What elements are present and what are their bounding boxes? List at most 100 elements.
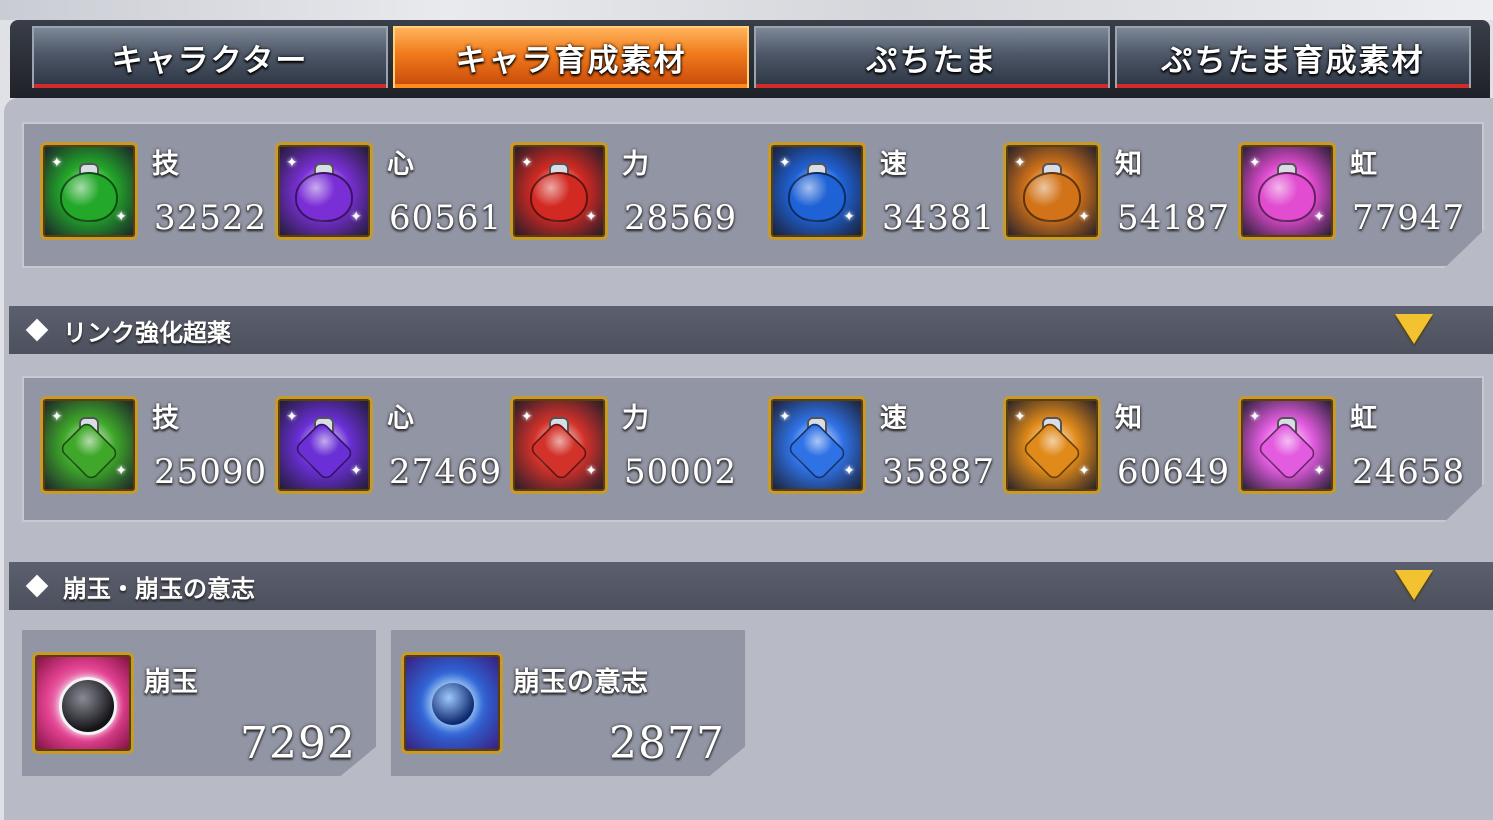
blue-potion-icon: ✦ ✦: [768, 142, 866, 240]
sparkle-icon: ✦: [843, 463, 855, 479]
orb-shape: [59, 677, 117, 735]
red-link-potion-icon: ✦ ✦: [510, 396, 608, 494]
link-potion-row: ✦ ✦ 技 25090 ✦ ✦ 心 27469 ✦ ✦ 力 50002 ✦ ✦ 速 35887 ✦ ✦ 知 60649…: [22, 376, 1484, 522]
item-count: 60561: [389, 198, 503, 238]
material-item[interactable]: ✦ ✦ 虹 24658: [1220, 376, 1464, 494]
hogyoku-card[interactable]: 崩玉 7292: [22, 630, 376, 776]
tab-bar: キャラクター キャラ育成素材 ぷちたま ぷちたま育成素材: [10, 20, 1490, 98]
material-item[interactable]: ✦ ✦ 知 60649: [985, 376, 1229, 494]
blue-link-potion-icon: ✦ ✦: [768, 396, 866, 494]
purple-link-potion-icon: ✦ ✦: [275, 396, 373, 494]
rainbow-link-potion-icon: ✦ ✦: [1238, 396, 1336, 494]
bottle-body: [786, 419, 848, 482]
rainbow-potion-icon: ✦ ✦: [1238, 142, 1336, 240]
sparkle-icon: ✦: [115, 209, 127, 225]
section-title: 崩玉・崩玉の意志: [63, 574, 255, 603]
item-count: 54187: [1117, 198, 1231, 238]
sparkle-icon: ✦: [350, 209, 362, 225]
item-label: 速: [880, 403, 907, 434]
bottle-body: [58, 419, 120, 482]
top-background-strip: [0, 0, 1493, 20]
item-count: 28569: [624, 198, 738, 238]
bottle-body: [293, 419, 355, 482]
item-label: 虹: [1350, 149, 1377, 180]
item-label: 崩玉の意志: [513, 667, 648, 698]
sparkle-icon: ✦: [1014, 155, 1026, 171]
bottle-body: [530, 171, 588, 222]
item-count: 34381: [882, 198, 996, 238]
item-label: 速: [880, 149, 907, 180]
bottle-body: [1258, 171, 1316, 222]
item-label: 虹: [1350, 403, 1377, 434]
sparkle-icon: ✦: [843, 209, 855, 225]
material-item[interactable]: ✦ ✦ 知 54187: [985, 122, 1229, 240]
material-item[interactable]: ✦ ✦ 技 32522: [22, 122, 266, 240]
bottle-body: [528, 419, 590, 482]
diamond-bullet-icon: [25, 318, 49, 342]
tab-character-label: キャラクター: [111, 42, 309, 79]
sparkle-icon: ✦: [1078, 209, 1090, 225]
sparkle-icon: ✦: [115, 463, 127, 479]
sparkle-icon: ✦: [1313, 209, 1325, 225]
collapse-arrow-icon[interactable]: [1395, 570, 1433, 600]
sparkle-icon: ✦: [1249, 155, 1261, 171]
tab-character-materials[interactable]: キャラ育成素材: [393, 26, 749, 88]
item-count: 24658: [1352, 452, 1466, 492]
item-count: 60649: [1117, 452, 1231, 492]
sparkle-icon: ✦: [286, 409, 298, 425]
item-label: 知: [1115, 403, 1142, 434]
item-label: 技: [152, 149, 179, 180]
material-item[interactable]: ✦ ✦ 速 34381: [750, 122, 994, 240]
item-count: 27469: [389, 452, 503, 492]
material-item[interactable]: ✦ ✦ 力 28569: [492, 122, 736, 240]
item-label: 力: [622, 149, 649, 180]
item-label: 心: [387, 403, 414, 434]
green-potion-icon: ✦ ✦: [40, 142, 138, 240]
sparkle-icon: ✦: [1014, 409, 1026, 425]
sparkle-icon: ✦: [1078, 463, 1090, 479]
sparkle-icon: ✦: [51, 409, 63, 425]
item-label: 崩玉: [144, 667, 198, 698]
sparkle-icon: ✦: [779, 409, 791, 425]
section-header-hogyoku[interactable]: 崩玉・崩玉の意志: [9, 562, 1493, 610]
bottle-body: [295, 171, 353, 222]
green-link-potion-icon: ✦ ✦: [40, 396, 138, 494]
sparkle-icon: ✦: [350, 463, 362, 479]
item-count: 50002: [624, 452, 738, 492]
orange-link-potion-icon: ✦ ✦: [1003, 396, 1101, 494]
item-label: 知: [1115, 149, 1142, 180]
sparkle-icon: ✦: [585, 463, 597, 479]
hogyoku-will-icon: [401, 652, 503, 754]
hogyoku-orb-icon: [32, 652, 134, 754]
material-item[interactable]: ✦ ✦ 虹 77947: [1220, 122, 1464, 240]
item-count: 35887: [882, 452, 996, 492]
item-count: 2877: [609, 718, 725, 769]
section-header-link-potion[interactable]: リンク強化超薬: [9, 306, 1493, 354]
diamond-bullet-icon: [25, 574, 49, 598]
red-potion-icon: ✦ ✦: [510, 142, 608, 240]
tab-character[interactable]: キャラクター: [32, 26, 388, 88]
material-item[interactable]: ✦ ✦ 心 60561: [257, 122, 501, 240]
material-item[interactable]: ✦ ✦ 速 35887: [750, 376, 994, 494]
sparkle-icon: ✦: [779, 155, 791, 171]
material-item[interactable]: ✦ ✦ 力 50002: [492, 376, 736, 494]
material-item[interactable]: ✦ ✦ 技 25090: [22, 376, 266, 494]
sparkle-icon: ✦: [521, 409, 533, 425]
tab-puchitama[interactable]: ぷちたま: [754, 26, 1110, 88]
orange-potion-icon: ✦ ✦: [1003, 142, 1101, 240]
item-count: 25090: [154, 452, 268, 492]
tab-character-materials-label: キャラ育成素材: [455, 42, 687, 79]
orb-shape: [432, 683, 474, 725]
section-title: リンク強化超薬: [63, 318, 231, 347]
item-count: 77947: [1352, 198, 1466, 238]
hogyoku-will-card[interactable]: 崩玉の意志 2877: [391, 630, 745, 776]
item-label: 技: [152, 403, 179, 434]
sparkle-icon: ✦: [51, 155, 63, 171]
bottle-body: [788, 171, 846, 222]
bottle-body: [1256, 419, 1318, 482]
tab-puchitama-materials[interactable]: ぷちたま育成素材: [1115, 26, 1471, 88]
material-item[interactable]: ✦ ✦ 心 27469: [257, 376, 501, 494]
collapse-arrow-icon[interactable]: [1395, 314, 1433, 344]
item-label: 心: [387, 149, 414, 180]
item-count: 7292: [240, 718, 356, 769]
